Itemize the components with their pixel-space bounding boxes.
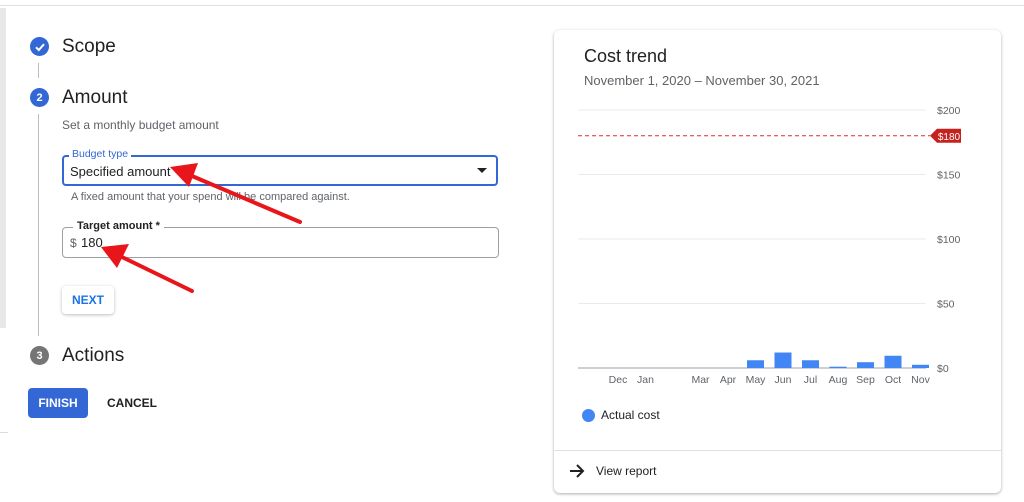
- budget-type-select[interactable]: Budget type Specified amount: [62, 148, 498, 186]
- x-tick-label: Oct: [885, 374, 901, 386]
- x-tick-label: Jul: [804, 374, 817, 386]
- x-tick-label: Jun: [775, 374, 792, 386]
- next-button[interactable]: NEXT: [62, 286, 114, 314]
- currency-prefix: $: [70, 236, 77, 250]
- cost-bar: [857, 362, 874, 368]
- x-tick-label: Mar: [691, 374, 710, 386]
- cost-bar: [884, 355, 902, 368]
- y-tick-label: $50: [937, 299, 955, 311]
- step-scope-check-icon: [30, 37, 49, 56]
- target-amount-value: 180: [81, 235, 103, 250]
- left-scroll-edge: [0, 8, 6, 328]
- view-report-label: View report: [596, 464, 657, 478]
- cost-trend-card: Cost trend November 1, 2020 – November 3…: [554, 30, 1001, 493]
- chart-legend: Actual cost: [582, 408, 660, 422]
- budget-threshold-label: $180: [938, 132, 961, 143]
- y-tick-label: $150: [937, 170, 961, 182]
- view-report-link[interactable]: View report: [568, 462, 656, 480]
- legend-swatch: [582, 408, 595, 422]
- step-scope-title[interactable]: Scope: [62, 36, 116, 58]
- y-tick-label: $100: [937, 234, 961, 246]
- step-amount-title[interactable]: Amount: [62, 87, 127, 109]
- step-amount-number: 2: [30, 88, 49, 107]
- target-amount-input[interactable]: Target amount * $ 180: [62, 220, 499, 258]
- budget-type-value: Specified amount: [70, 164, 171, 179]
- x-tick-label: Dec: [609, 374, 628, 386]
- x-tick-label: Jan: [637, 374, 654, 386]
- x-tick-label: Apr: [720, 374, 737, 386]
- amount-subtitle: Set a monthly budget amount: [62, 118, 219, 132]
- stepper-connector: [38, 114, 39, 336]
- budget-type-label: Budget type: [69, 148, 132, 160]
- cancel-button[interactable]: CANCEL: [100, 388, 164, 418]
- top-border: [0, 5, 1024, 6]
- y-tick-label: $0: [937, 363, 949, 375]
- cost-bar: [802, 360, 819, 368]
- stepper-connector: [38, 63, 39, 78]
- cost-bar: [829, 366, 847, 368]
- dropdown-caret-icon: [477, 168, 487, 173]
- x-tick-label: Nov: [911, 374, 930, 386]
- x-tick-label: Aug: [829, 374, 848, 386]
- arrow-right-icon: [570, 464, 585, 478]
- x-tick-label: May: [746, 374, 767, 386]
- x-tick-label: Sep: [856, 374, 875, 386]
- cost-bar: [912, 364, 929, 368]
- step-actions-title[interactable]: Actions: [62, 345, 124, 367]
- cost-bar: [774, 352, 792, 368]
- finish-button[interactable]: FINISH: [28, 388, 88, 418]
- left-edge-divider: [0, 432, 8, 433]
- budget-type-helper: A fixed amount that your spend will be c…: [71, 191, 350, 203]
- y-tick-label: $200: [937, 105, 961, 117]
- card-divider: [554, 450, 1001, 451]
- step-actions-number: 3: [30, 346, 49, 365]
- cost-bar: [747, 360, 764, 368]
- target-amount-label: Target amount *: [73, 220, 164, 232]
- cost-trend-chart: $0 $50 $100 $150 $200 Dec Jan Mar Apr May Jun Jul Au…: [578, 105, 961, 386]
- legend-label: Actual cost: [601, 408, 660, 422]
